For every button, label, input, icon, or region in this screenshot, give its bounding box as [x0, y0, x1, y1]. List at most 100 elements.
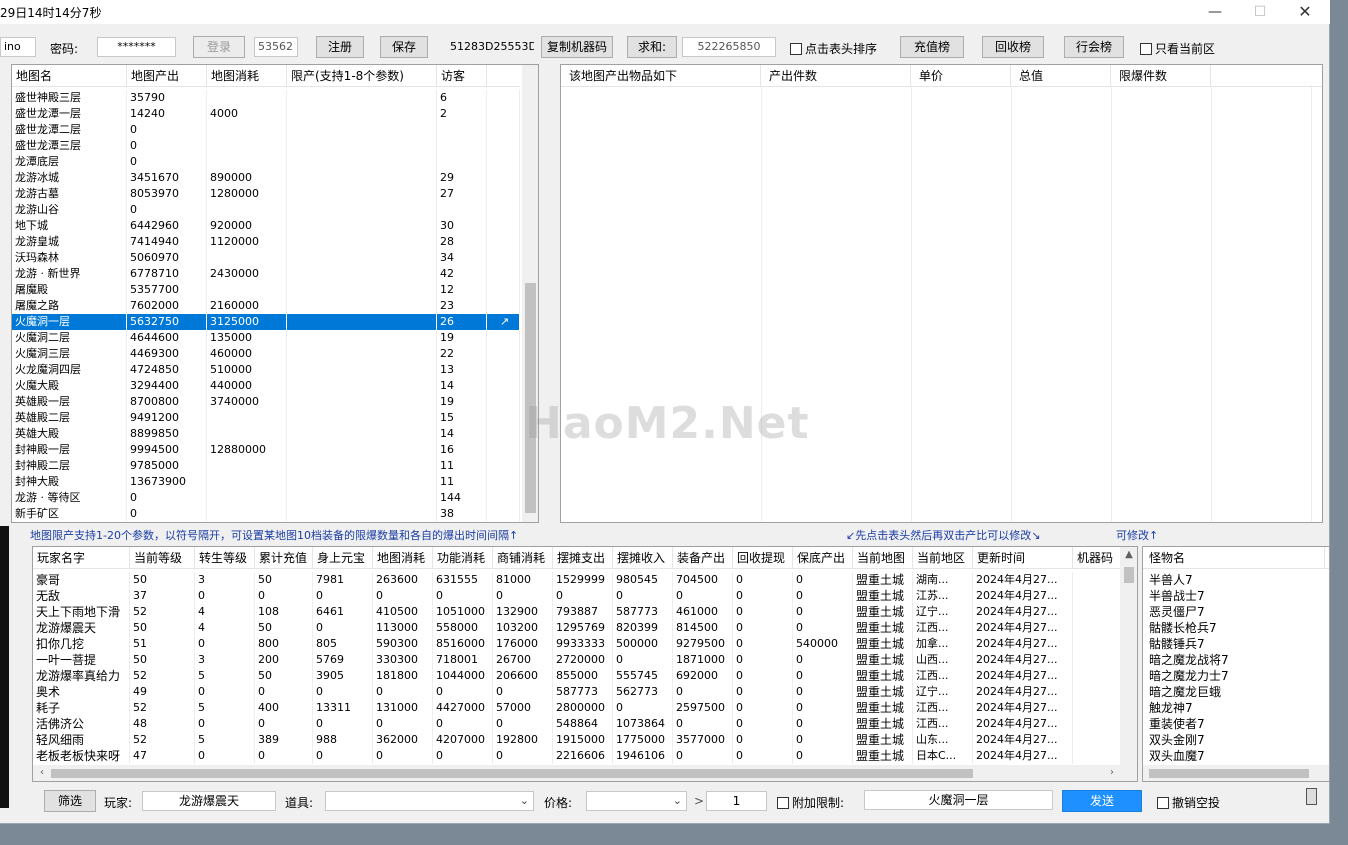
col-monster-name[interactable]: 怪物名 — [1143, 547, 1325, 569]
player-row[interactable]: 轻风细雨 52 5 389 988 362000 4207000 192800 1915000 1… — [33, 732, 1136, 748]
account-field[interactable]: ino — [0, 37, 36, 57]
player-row[interactable]: 龙游爆震天 50 4 50 0 113000 558000 103200 1295769 8203… — [33, 620, 1136, 636]
scroll-thumb[interactable] — [1149, 769, 1309, 778]
recycle-rank-button[interactable]: 回收榜 — [982, 36, 1044, 58]
undo-airdrop-checkbox[interactable]: 撤销空投 — [1157, 794, 1220, 811]
map-row[interactable]: 盛世龙潭一层 14240 4000 2 — [12, 106, 520, 122]
captcha-field[interactable]: 53562 — [254, 37, 298, 57]
player-row[interactable]: 奥术 49 0 0 0 0 0 0 587773 562773 0 0 0 盟重土城 辽宁... 2024年4… — [33, 684, 1136, 700]
map-row[interactable]: 火魔大殿 3294400 440000 14 — [12, 378, 520, 394]
monster-row[interactable]: 触龙神7 — [1143, 700, 1329, 716]
player-row[interactable]: 豪哥 50 3 50 7981 263600 631555 81000 1529999 98054… — [33, 572, 1136, 588]
col-player-13[interactable]: 当前地图 — [853, 547, 913, 569]
col-player-14[interactable]: 当前地区 — [913, 547, 973, 569]
col-map-name[interactable]: 地图名 — [12, 65, 127, 87]
map-row[interactable]: 龙游山谷 0 — [12, 202, 520, 218]
map-row[interactable]: 英雄大殿 8899850 14 — [12, 426, 520, 442]
map-row[interactable]: 龙游古墓 8053970 1280000 27 — [12, 186, 520, 202]
password-field[interactable]: ******* — [97, 37, 176, 57]
clipboard-icon[interactable] — [1306, 788, 1317, 805]
map-row[interactable]: 屠魔殿 5357700 12 — [12, 282, 520, 298]
map-row[interactable]: 屠魔之路 7602000 2160000 23 — [12, 298, 520, 314]
monster-row[interactable]: 暗之魔龙力士7 — [1143, 668, 1329, 684]
monster-row[interactable]: 双头血魔7 — [1143, 748, 1329, 764]
item-output-list[interactable]: 该地图产出物品如下 产出件数 单价 总值 限爆件数 — [560, 64, 1323, 523]
player-row[interactable]: 一叶一菩提 50 3 200 5769 330300 718001 26700 2720000 0… — [33, 652, 1136, 668]
col-map-limit[interactable]: 限产(支持1-8个参数) — [287, 65, 437, 87]
col-item-limit[interactable]: 限爆件数 — [1111, 65, 1211, 87]
monster-row[interactable]: 骷髅锤兵7 — [1143, 636, 1329, 652]
col-player-9[interactable]: 摆摊收入 — [613, 547, 673, 569]
col-player-11[interactable]: 回收提现 — [733, 547, 793, 569]
monster-row[interactable]: 双头金刚7 — [1143, 732, 1329, 748]
col-player-3[interactable]: 累计充值 — [255, 547, 313, 569]
scroll-thumb[interactable] — [51, 769, 973, 778]
target-map-field[interactable]: 火魔洞一层 — [864, 790, 1053, 810]
map-row[interactable]: 火魔洞二层 4644600 135000 19 — [12, 330, 520, 346]
current-zone-only-checkbox[interactable]: 只看当前区 — [1140, 40, 1215, 57]
player-row[interactable]: 无敌 37 0 0 0 0 0 0 0 0 0 0 0 盟重土城 江苏... 2024年4月27... — [33, 588, 1136, 604]
quantity-field[interactable]: 1 — [706, 791, 767, 811]
player-row[interactable]: 龙游爆率真给力 52 5 50 3905 181800 1044000 206600 85500… — [33, 668, 1136, 684]
player-row[interactable]: 耗子 52 5 400 13311 131000 4427000 57000 2800000 0 2… — [33, 700, 1136, 716]
monster-row[interactable]: 暗之魔龙巨蛾 — [1143, 684, 1329, 700]
col-player-6[interactable]: 功能消耗 — [433, 547, 493, 569]
map-row[interactable]: 盛世龙潭二层 0 — [12, 122, 520, 138]
copy-machine-code-button[interactable]: 复制机器码 — [541, 36, 613, 58]
col-player-1[interactable]: 当前等级 — [130, 547, 195, 569]
player-row[interactable]: 扣你几挖 51 0 800 805 590300 8516000 176000 9933333 5… — [33, 636, 1136, 652]
sort-on-header-checkbox[interactable]: 点击表头排序 — [790, 40, 877, 57]
map-row[interactable]: 地下城 6442960 920000 30 — [12, 218, 520, 234]
save-button[interactable]: 保存 — [380, 36, 428, 58]
map-row[interactable]: 封神殿二层 9785000 11 — [12, 458, 520, 474]
sum-button[interactable]: 求和: — [627, 36, 677, 58]
col-map-visitors[interactable]: 访客 — [437, 65, 487, 87]
scroll-up-icon[interactable]: ▲ — [1120, 549, 1137, 560]
col-item-total[interactable]: 总值 — [1011, 65, 1111, 87]
map-row[interactable]: 火龙魔洞四层 4724850 510000 13 — [12, 362, 520, 378]
col-player-12[interactable]: 保底产出 — [793, 547, 853, 569]
map-list-scrollbar[interactable] — [522, 65, 538, 522]
register-button[interactable]: 注册 — [316, 36, 364, 58]
monster-row[interactable]: 半兽人7 — [1143, 572, 1329, 588]
map-row[interactable]: 龙潭底层 0 — [12, 154, 520, 170]
col-player-0[interactable]: 玩家名字 — [33, 547, 130, 569]
monster-row[interactable]: 恶灵僵尸7 — [1143, 604, 1329, 620]
map-row[interactable]: 沃玛森林 5060970 34 — [12, 250, 520, 266]
map-row[interactable]: 龙游 · 新世界 6778710 2430000 42 — [12, 266, 520, 282]
map-list[interactable]: 地图名 地图产出 地图消耗 限产(支持1-8个参数) 访客 盛世神殿三层 3579… — [11, 64, 539, 523]
col-item-price[interactable]: 单价 — [911, 65, 1011, 87]
sum-field[interactable]: 522265850 — [682, 37, 776, 57]
map-row[interactable]: 英雄殿一层 8700800 3740000 19 — [12, 394, 520, 410]
map-row[interactable]: 封神殿一层 9994500 12880000 16 — [12, 442, 520, 458]
col-player-2[interactable]: 转生等级 — [195, 547, 255, 569]
map-row[interactable]: 盛世龙潭三层 0 — [12, 138, 520, 154]
send-button[interactable]: 发送 — [1062, 790, 1142, 812]
map-row[interactable]: 新手矿区 0 38 — [12, 506, 520, 522]
filter-button[interactable]: 筛选 — [44, 790, 96, 812]
player-row[interactable]: 老板老板快来呀 47 0 0 0 0 0 0 2216606 1946106 0 0 0 盟重土城 日本C.… — [33, 748, 1136, 764]
price-select[interactable]: ⌄ — [586, 791, 687, 811]
close-icon[interactable]: ✕ — [1290, 2, 1320, 22]
maximize-icon[interactable]: ☐ — [1245, 2, 1275, 22]
player-field[interactable]: 龙游爆震天 — [142, 791, 276, 811]
col-map-output[interactable]: 地图产出 — [127, 65, 207, 87]
col-player-15[interactable]: 更新时间 — [973, 547, 1073, 569]
map-row[interactable]: 火魔洞一层 5632750 3125000 26 ↗ — [12, 314, 520, 330]
col-item-count[interactable]: 产出件数 — [761, 65, 911, 87]
col-player-7[interactable]: 商铺消耗 — [493, 547, 553, 569]
monster-row[interactable]: 骷髅长枪兵7 — [1143, 620, 1329, 636]
extra-limit-checkbox[interactable]: 附加限制: — [777, 794, 844, 811]
col-map-consume[interactable]: 地图消耗 — [207, 65, 287, 87]
monster-list[interactable]: 怪物名 半兽人7 半兽战士7 恶灵僵尸7 骷髅长枪兵7 骷髅锤兵7 暗之魔龙战将7 暗之魔龙… — [1142, 546, 1330, 782]
monster-list-hscroll[interactable] — [1143, 765, 1329, 781]
col-item-name[interactable]: 该地图产出物品如下 — [561, 65, 761, 87]
monster-row[interactable]: 半兽战士7 — [1143, 588, 1329, 604]
col-player-5[interactable]: 地图消耗 — [373, 547, 433, 569]
scroll-left-icon[interactable]: ‹ — [35, 767, 49, 778]
map-row[interactable]: 龙游冰城 3451670 890000 29 — [12, 170, 520, 186]
player-row[interactable]: 活佛济公 48 0 0 0 0 0 0 548864 1073864 0 0 0 盟重土城 江西... 202… — [33, 716, 1136, 732]
login-button[interactable]: 登录 — [193, 36, 245, 58]
monster-row[interactable]: 暗之魔龙战将7 — [1143, 652, 1329, 668]
map-row[interactable]: 龙游皇城 7414940 1120000 28 — [12, 234, 520, 250]
